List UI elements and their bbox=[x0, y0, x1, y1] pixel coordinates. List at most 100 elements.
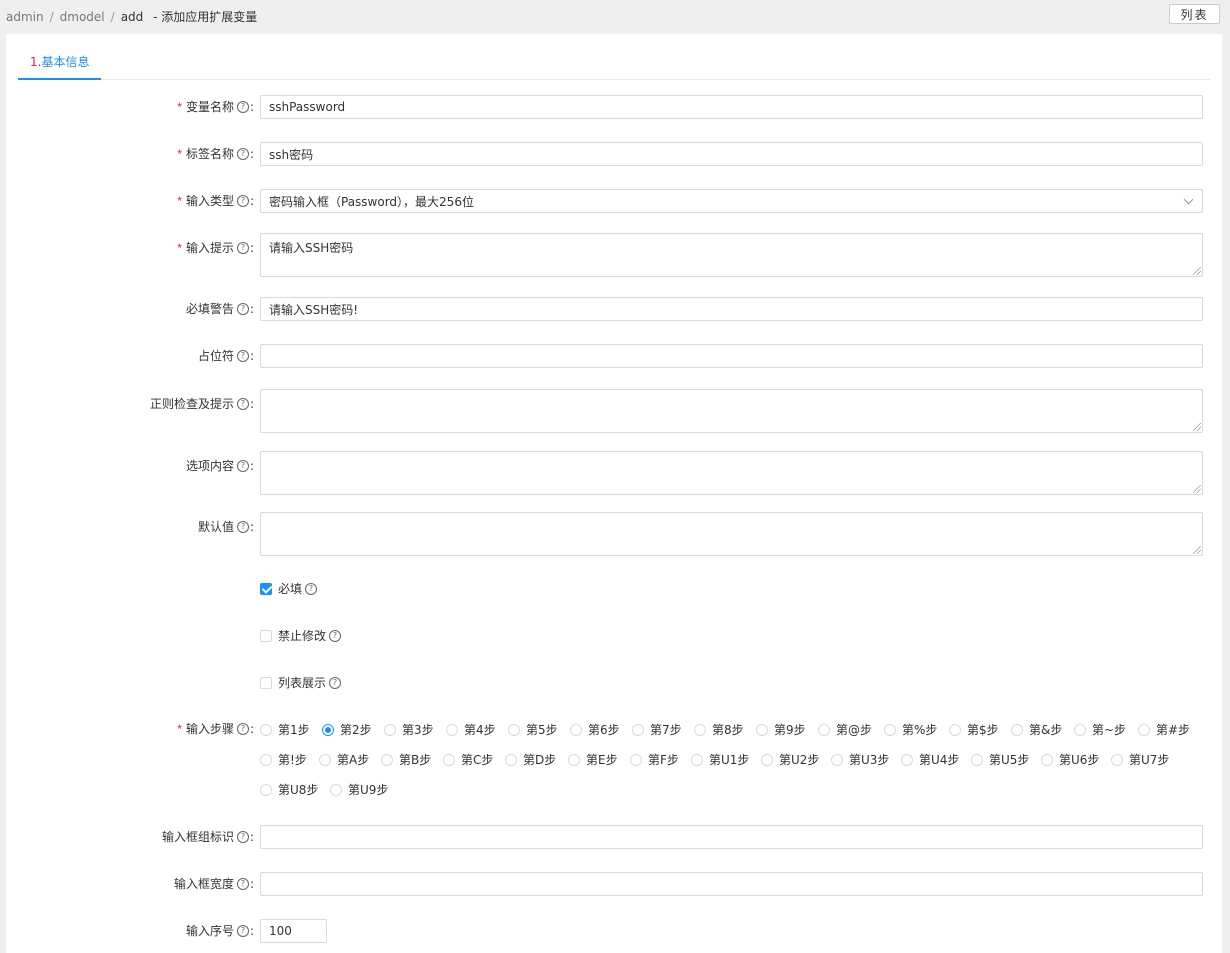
radio-step-20[interactable]: 第D步 bbox=[505, 751, 556, 768]
radio-step-25[interactable]: 第U3步 bbox=[831, 751, 889, 768]
radio-step-11[interactable]: 第%步 bbox=[884, 721, 937, 738]
help-icon[interactable]: ? bbox=[236, 460, 249, 472]
radio-circle[interactable] bbox=[632, 723, 644, 736]
help-icon[interactable]: ? bbox=[329, 676, 342, 689]
radio-circle[interactable] bbox=[694, 723, 706, 736]
radio-step-5[interactable]: 第5步 bbox=[508, 721, 558, 738]
radio-circle[interactable] bbox=[446, 723, 458, 736]
radio-step-15[interactable]: 第#步 bbox=[1138, 721, 1190, 738]
radio-step-17[interactable]: 第A步 bbox=[319, 751, 369, 768]
input-type-input[interactable]: 密码输入框（Password），最大256位 bbox=[260, 189, 1203, 213]
radio-circle[interactable] bbox=[260, 753, 272, 766]
radio-circle[interactable] bbox=[505, 753, 517, 766]
order-input[interactable]: 100 bbox=[260, 919, 327, 943]
radio-circle[interactable] bbox=[1011, 723, 1023, 736]
radio-circle[interactable] bbox=[971, 753, 983, 766]
radio-circle[interactable] bbox=[568, 753, 580, 766]
tab-basic-info[interactable]: 1.基本信息 bbox=[18, 34, 102, 80]
radio-circle[interactable] bbox=[691, 753, 703, 766]
help-icon[interactable]: ? bbox=[236, 521, 249, 533]
radio-circle[interactable] bbox=[570, 723, 582, 736]
breadcrumb-dmodel[interactable]: dmodel bbox=[60, 10, 105, 24]
radio-step-28[interactable]: 第U6步 bbox=[1041, 751, 1099, 768]
checkbox-box[interactable] bbox=[260, 582, 272, 595]
default-textarea[interactable] bbox=[260, 512, 1203, 556]
radio-step-9[interactable]: 第9步 bbox=[756, 721, 806, 738]
var-name-input[interactable]: sshPassword bbox=[260, 95, 1203, 119]
radio-step-26[interactable]: 第U4步 bbox=[901, 751, 959, 768]
width-input[interactable] bbox=[260, 872, 1203, 896]
group-id-input[interactable] bbox=[260, 825, 1203, 849]
input-hint-textarea[interactable]: 请输入SSH密码 bbox=[260, 233, 1203, 277]
radio-step-18[interactable]: 第B步 bbox=[381, 751, 431, 768]
radio-step-19[interactable]: 第C步 bbox=[443, 751, 493, 768]
help-icon[interactable]: ? bbox=[329, 629, 342, 642]
help-icon[interactable]: ? bbox=[236, 398, 249, 410]
radio-step-10[interactable]: 第@步 bbox=[818, 721, 872, 738]
radio-step-14[interactable]: 第~步 bbox=[1074, 721, 1126, 738]
radio-step-21[interactable]: 第E步 bbox=[568, 751, 618, 768]
breadcrumb-admin[interactable]: admin bbox=[6, 10, 44, 24]
radio-circle[interactable] bbox=[756, 723, 768, 736]
radio-circle[interactable] bbox=[1111, 753, 1123, 766]
help-icon[interactable]: ? bbox=[236, 148, 249, 160]
checkbox-check-readonly[interactable]: 禁止修改? bbox=[260, 627, 342, 644]
radio-circle[interactable] bbox=[761, 753, 773, 766]
checkbox-check-list-show[interactable]: 列表展示? bbox=[260, 674, 342, 691]
help-icon[interactable]: ? bbox=[236, 925, 249, 937]
radio-circle[interactable] bbox=[260, 783, 272, 796]
radio-step-23[interactable]: 第U1步 bbox=[691, 751, 749, 768]
radio-step-4[interactable]: 第4步 bbox=[446, 721, 496, 738]
radio-step-3[interactable]: 第3步 bbox=[384, 721, 434, 738]
list-button[interactable]: 列表 bbox=[1169, 4, 1220, 24]
help-icon[interactable]: ? bbox=[236, 242, 249, 254]
radio-step-2[interactable]: 第2步 bbox=[322, 721, 372, 738]
radio-step-13[interactable]: 第&步 bbox=[1011, 721, 1062, 738]
radio-circle[interactable] bbox=[443, 753, 455, 766]
radio-step-1[interactable]: 第1步 bbox=[260, 721, 310, 738]
resize-handle[interactable] bbox=[1193, 423, 1201, 431]
radio-step-8[interactable]: 第8步 bbox=[694, 721, 744, 738]
help-icon[interactable]: ? bbox=[236, 723, 249, 735]
radio-step-6[interactable]: 第6步 bbox=[570, 721, 620, 738]
radio-circle[interactable] bbox=[949, 723, 961, 736]
radio-circle[interactable] bbox=[901, 753, 913, 766]
radio-circle[interactable] bbox=[1074, 723, 1086, 736]
options-textarea[interactable] bbox=[260, 451, 1203, 495]
tag-name-input[interactable]: ssh密码 bbox=[260, 142, 1203, 166]
radio-step-16[interactable]: 第!步 bbox=[260, 751, 307, 768]
radio-step-30[interactable]: 第U8步 bbox=[260, 781, 318, 798]
radio-step-29[interactable]: 第U7步 bbox=[1111, 751, 1169, 768]
help-icon[interactable]: ? bbox=[236, 350, 249, 362]
radio-step-7[interactable]: 第7步 bbox=[632, 721, 682, 738]
radio-step-22[interactable]: 第F步 bbox=[630, 751, 679, 768]
radio-circle[interactable] bbox=[384, 723, 396, 736]
radio-step-12[interactable]: 第$步 bbox=[949, 721, 999, 738]
radio-step-31[interactable]: 第U9步 bbox=[330, 781, 388, 798]
radio-circle[interactable] bbox=[322, 723, 334, 736]
checkbox-box[interactable] bbox=[260, 629, 272, 642]
resize-handle[interactable] bbox=[1193, 267, 1201, 275]
radio-circle[interactable] bbox=[508, 723, 520, 736]
required-warning-input[interactable]: 请输入SSH密码! bbox=[260, 297, 1203, 321]
radio-step-24[interactable]: 第U2步 bbox=[761, 751, 819, 768]
radio-circle[interactable] bbox=[831, 753, 843, 766]
radio-circle[interactable] bbox=[630, 753, 642, 766]
placeholder-input[interactable] bbox=[260, 344, 1203, 368]
checkbox-box[interactable] bbox=[260, 676, 272, 689]
help-icon[interactable]: ? bbox=[305, 582, 318, 595]
help-icon[interactable]: ? bbox=[236, 101, 249, 113]
help-icon[interactable]: ? bbox=[236, 878, 249, 890]
help-icon[interactable]: ? bbox=[236, 831, 249, 843]
radio-circle[interactable] bbox=[260, 723, 272, 736]
resize-handle[interactable] bbox=[1193, 546, 1201, 554]
radio-circle[interactable] bbox=[319, 753, 331, 766]
help-icon[interactable]: ? bbox=[236, 303, 249, 315]
radio-circle[interactable] bbox=[381, 753, 393, 766]
resize-handle[interactable] bbox=[1193, 485, 1201, 493]
radio-circle[interactable] bbox=[818, 723, 830, 736]
help-icon[interactable]: ? bbox=[236, 195, 249, 207]
radio-circle[interactable] bbox=[1138, 723, 1150, 736]
regex-textarea[interactable] bbox=[260, 389, 1203, 433]
radio-step-27[interactable]: 第U5步 bbox=[971, 751, 1029, 768]
